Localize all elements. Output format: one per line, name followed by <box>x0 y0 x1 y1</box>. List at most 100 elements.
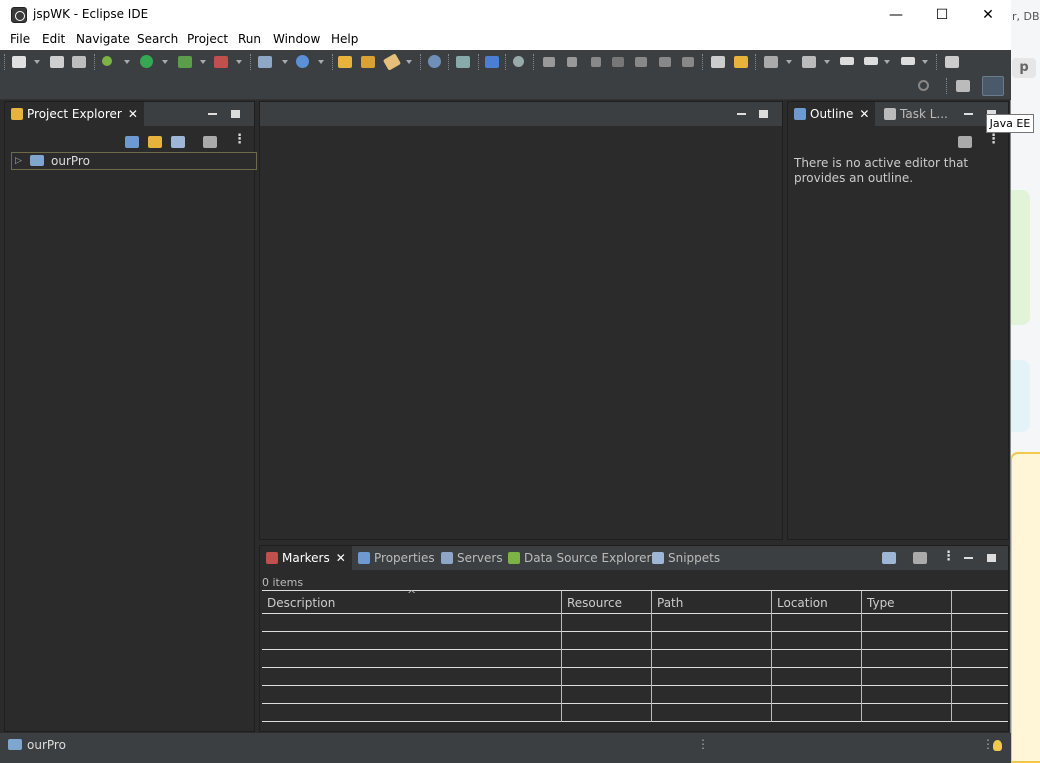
last-edit-icon[interactable] <box>840 57 854 65</box>
lightbulb-icon[interactable] <box>993 740 1002 751</box>
table-row <box>262 704 1008 722</box>
maximize-button[interactable]: ☐ <box>919 2 965 28</box>
link-editor-icon[interactable] <box>148 136 162 148</box>
task-list-tab-label: Task L... <box>900 107 948 121</box>
eclipse-window: jspWK - Eclipse IDE — ☐ ✕ File Edit Navi… <box>0 0 1011 763</box>
menu-search[interactable]: Search <box>137 32 178 46</box>
maximize-view-icon[interactable] <box>987 554 996 562</box>
step-over-icon[interactable] <box>659 57 671 67</box>
open-folder-icon[interactable] <box>338 56 352 68</box>
expand-icon[interactable]: ▷ <box>15 153 22 169</box>
column-resource[interactable]: Resource <box>562 591 652 615</box>
web-service-icon[interactable] <box>296 55 309 68</box>
menu-help[interactable]: Help <box>331 32 358 46</box>
minimize-view-icon[interactable] <box>964 557 973 559</box>
disconnect-icon[interactable] <box>612 57 624 67</box>
data-source-icon <box>508 552 520 564</box>
external-tools-icon[interactable] <box>214 56 228 68</box>
task-list-icon[interactable] <box>711 56 725 68</box>
tab-servers[interactable]: Servers <box>441 546 503 570</box>
debug-icon[interactable] <box>102 56 112 66</box>
run-icon[interactable] <box>140 55 153 68</box>
close-icon[interactable]: ✕ <box>859 107 869 121</box>
view-menu-icon[interactable]: ⋮ <box>233 132 246 147</box>
open-type-icon[interactable] <box>361 56 375 68</box>
tree-item-ourpro[interactable]: ▷ ourPro <box>11 152 257 170</box>
menu-navigate[interactable]: Navigate <box>76 32 130 46</box>
minimize-editor-icon[interactable] <box>737 113 746 115</box>
brush-icon[interactable] <box>382 53 402 71</box>
perspective-icon[interactable] <box>945 56 959 68</box>
view-menu-pin-icon[interactable] <box>958 136 972 148</box>
resume-icon[interactable] <box>543 57 555 67</box>
close-icon[interactable]: ✕ <box>128 107 138 121</box>
markers-panel: Markers ✕ Properties Servers Data Source … <box>259 545 1009 732</box>
new-dropdown-icon[interactable] <box>34 60 40 64</box>
maximize-editor-icon[interactable] <box>759 110 768 118</box>
project-explorer-panel: Project Explorer ✕ ⋮ ▷ ourPro <box>4 101 257 732</box>
suspend-icon[interactable] <box>567 57 577 67</box>
coverage-icon[interactable] <box>178 56 192 68</box>
menu-edit[interactable]: Edit <box>42 32 65 46</box>
step-into-icon[interactable] <box>635 57 647 67</box>
background-letter: p <box>1012 58 1036 78</box>
close-button[interactable]: ✕ <box>965 2 1011 28</box>
menu-window[interactable]: Window <box>273 32 320 46</box>
view-menu-pin-icon[interactable] <box>203 136 217 148</box>
snippets-icon <box>652 552 664 564</box>
search-tool-icon[interactable] <box>456 56 470 68</box>
skip-breakpoints-icon[interactable] <box>513 56 524 67</box>
minimize-view-icon[interactable] <box>964 113 973 115</box>
view-menu-pin-icon[interactable] <box>913 552 927 564</box>
filter-icon[interactable] <box>882 552 896 564</box>
save-icon[interactable] <box>50 56 64 68</box>
tab-snippets[interactable]: Snippets <box>652 546 720 570</box>
column-type[interactable]: Type <box>862 591 952 615</box>
minimize-view-icon[interactable] <box>208 113 217 115</box>
forward-icon[interactable] <box>901 57 915 65</box>
minimize-button[interactable]: — <box>873 2 919 28</box>
editor-header <box>260 102 782 126</box>
open-perspective-icon[interactable] <box>956 80 970 92</box>
search-icon[interactable] <box>918 80 929 91</box>
editor-area <box>259 101 783 540</box>
menu-project[interactable]: Project <box>187 32 228 46</box>
tab-properties[interactable]: Properties <box>358 546 435 570</box>
java-ee-perspective-icon[interactable] <box>982 76 1004 96</box>
markers-header: Markers ✕ Properties Servers Data Source … <box>260 546 1008 570</box>
new-server-icon[interactable] <box>258 56 272 68</box>
console-icon[interactable] <box>485 56 499 68</box>
background-yellow-card <box>1010 452 1040 763</box>
view-menu-icon[interactable]: ⋮ <box>987 132 1000 147</box>
pin-icon[interactable] <box>802 56 816 68</box>
collapse-all-icon[interactable] <box>125 136 139 148</box>
run-dropdown-icon[interactable] <box>162 60 168 64</box>
table-row <box>262 668 1008 686</box>
back-icon[interactable] <box>864 57 878 65</box>
tab-data-source-explorer[interactable]: Data Source Explorer <box>508 546 651 570</box>
tab-task-list[interactable]: Task L... <box>884 102 948 126</box>
column-location[interactable]: Location <box>772 591 862 615</box>
tab-markers[interactable]: Markers ✕ <box>260 546 352 570</box>
step-return-icon[interactable] <box>682 57 694 67</box>
new-icon[interactable] <box>12 56 26 68</box>
terminate-icon[interactable] <box>591 57 601 67</box>
next-annotation-icon[interactable] <box>734 56 748 68</box>
window-title: jspWK - Eclipse IDE <box>33 7 149 21</box>
filter-icon[interactable] <box>171 136 185 148</box>
maximize-view-icon[interactable] <box>231 110 240 118</box>
tree-item-label: ourPro <box>51 154 90 168</box>
tab-outline[interactable]: Outline ✕ <box>788 102 876 126</box>
tab-project-explorer[interactable]: Project Explorer ✕ <box>5 102 144 126</box>
column-path[interactable]: Path <box>652 591 772 615</box>
globe-icon[interactable] <box>428 55 441 68</box>
save-all-icon[interactable] <box>72 56 86 68</box>
title-bar: jspWK - Eclipse IDE — ☐ ✕ <box>0 0 1011 30</box>
background-blue-card <box>1010 360 1030 432</box>
column-description[interactable]: Description ^ <box>262 588 562 615</box>
menu-file[interactable]: File <box>10 32 30 46</box>
menu-run[interactable]: Run <box>238 32 261 46</box>
previous-annotation-icon[interactable] <box>764 56 778 68</box>
close-icon[interactable]: ✕ <box>336 551 346 565</box>
view-menu-icon[interactable]: ⋮ <box>942 549 955 564</box>
